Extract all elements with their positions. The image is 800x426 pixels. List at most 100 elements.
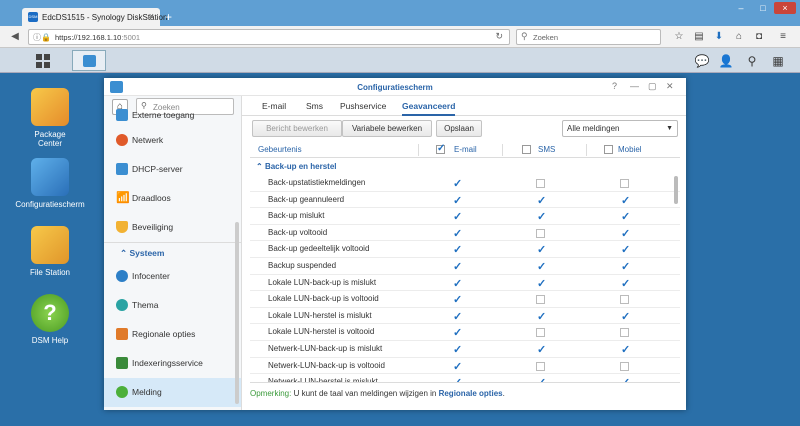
tab-geavanceerd[interactable]: Geavanceerd bbox=[402, 96, 456, 116]
user-icon[interactable]: 👤 bbox=[718, 53, 734, 69]
table-row[interactable]: Lokale LUN-back-up is voltooid bbox=[250, 291, 680, 308]
home-icon[interactable]: ⌂ bbox=[732, 30, 746, 44]
sms-checkbox[interactable] bbox=[536, 342, 546, 358]
taskbar-configuratiescherm-icon[interactable] bbox=[72, 50, 106, 71]
email-checkbox[interactable] bbox=[452, 242, 462, 258]
sidebar-item-regionale-opties[interactable]: Regionale opties bbox=[104, 320, 241, 349]
tab-pushservice[interactable]: Pushservice bbox=[340, 96, 386, 116]
browser-search-input[interactable]: ⚲ Zoeken bbox=[516, 29, 661, 45]
table-row[interactable]: Back-up gedeeltelijk voltooid bbox=[250, 241, 680, 258]
table-row[interactable]: Back-upstatistiekmeldingen bbox=[250, 175, 680, 192]
desktop-icon-file-station[interactable]: File Station bbox=[10, 226, 90, 277]
sidebar-item-indexeringsservice[interactable]: Indexeringsservice bbox=[104, 349, 241, 378]
new-tab-icon[interactable]: + bbox=[165, 10, 172, 24]
regional-options-link[interactable]: Regionale opties bbox=[439, 389, 503, 398]
mobile-checkbox[interactable] bbox=[620, 276, 630, 292]
close-window-icon[interactable]: × bbox=[774, 2, 796, 14]
mobile-checkbox[interactable] bbox=[620, 259, 630, 275]
sms-checkbox[interactable] bbox=[536, 228, 545, 238]
table-row[interactable]: Back-up voltooid bbox=[250, 225, 680, 242]
browser-tab[interactable]: DSM EdcDS1515 - Synology DiskStation × bbox=[22, 8, 167, 26]
bookmark-star-icon[interactable]: ☆ bbox=[672, 30, 686, 44]
window-header[interactable]: Configuratiescherm ? — ▢ ✕ bbox=[104, 78, 686, 96]
notification-filter-select[interactable]: Alle meldingen ▼ bbox=[562, 120, 678, 137]
mobile-checkbox[interactable] bbox=[620, 209, 630, 225]
select-all-sms-checkbox[interactable] bbox=[522, 145, 531, 154]
table-row[interactable]: Netwerk-LUN-back-up is mislukt bbox=[250, 341, 680, 358]
email-checkbox[interactable] bbox=[452, 359, 462, 375]
url-bar[interactable]: ⓘ🔒 https://192.168.1.10:5001 ↻ bbox=[28, 29, 510, 45]
sms-checkbox[interactable] bbox=[536, 259, 546, 275]
email-checkbox[interactable] bbox=[452, 176, 462, 192]
mobile-checkbox[interactable] bbox=[620, 295, 629, 305]
table-row[interactable]: Lokale LUN-back-up is mislukt bbox=[250, 275, 680, 292]
select-all-email-checkbox[interactable] bbox=[436, 143, 445, 154]
minimize-icon[interactable]: — bbox=[630, 81, 639, 91]
sms-checkbox[interactable] bbox=[536, 193, 546, 209]
desktop-icon-configuratiescherm[interactable]: Configuratiescherm bbox=[10, 158, 90, 209]
column-header-event[interactable]: Gebeurtenis bbox=[258, 145, 302, 154]
minimize-icon[interactable]: – bbox=[730, 2, 752, 14]
email-checkbox[interactable] bbox=[452, 325, 462, 341]
back-icon[interactable]: ◀ bbox=[8, 30, 22, 44]
sms-checkbox[interactable] bbox=[536, 276, 546, 292]
table-row[interactable]: Backup suspended bbox=[250, 258, 680, 275]
email-checkbox[interactable] bbox=[452, 226, 462, 242]
menu-icon[interactable]: ≡ bbox=[776, 30, 790, 44]
table-row[interactable]: Netwerk-LUN-herstel is mislukt bbox=[250, 374, 680, 382]
sidebar-item-thema[interactable]: Thema bbox=[104, 291, 241, 320]
sms-checkbox[interactable] bbox=[536, 179, 545, 188]
reload-icon[interactable]: ↻ bbox=[495, 31, 503, 42]
edit-message-button[interactable]: Bericht bewerken bbox=[252, 120, 342, 137]
sidebar-item-dhcp-server[interactable]: DHCP-server bbox=[104, 155, 241, 184]
notifications-icon[interactable]: 💬 bbox=[694, 53, 710, 69]
table-row[interactable]: Back-up mislukt bbox=[250, 208, 680, 225]
email-checkbox[interactable] bbox=[452, 292, 462, 308]
email-checkbox[interactable] bbox=[452, 342, 462, 358]
sms-checkbox[interactable] bbox=[536, 209, 546, 225]
maximize-icon[interactable]: ▢ bbox=[648, 81, 657, 92]
pocket-icon[interactable]: ◘ bbox=[752, 30, 766, 44]
search-icon[interactable]: ⚲ bbox=[744, 53, 760, 69]
sidebar-group-systeem[interactable]: ⌃ Systeem bbox=[104, 242, 241, 262]
mobile-checkbox[interactable] bbox=[620, 226, 630, 242]
sidebar-item-infocenter[interactable]: Infocenter bbox=[104, 262, 241, 291]
mobile-checkbox[interactable] bbox=[620, 179, 629, 188]
email-checkbox[interactable] bbox=[452, 309, 462, 325]
sidebar-scrollbar[interactable] bbox=[235, 222, 239, 404]
sms-checkbox[interactable] bbox=[536, 295, 545, 305]
library-icon[interactable]: ▤ bbox=[692, 30, 706, 44]
tab-close-icon[interactable]: × bbox=[149, 11, 154, 21]
email-checkbox[interactable] bbox=[452, 259, 462, 275]
sidebar-item-beveiliging[interactable]: Beveiliging bbox=[104, 213, 241, 242]
mobile-checkbox[interactable] bbox=[620, 242, 630, 258]
email-checkbox[interactable] bbox=[452, 209, 462, 225]
email-checkbox[interactable] bbox=[452, 193, 462, 209]
main-menu-icon[interactable] bbox=[26, 51, 60, 70]
close-icon[interactable]: ✕ bbox=[666, 81, 674, 92]
sms-checkbox[interactable] bbox=[536, 242, 546, 258]
table-row[interactable]: Back-up geannuleerd bbox=[250, 192, 680, 209]
mobile-checkbox[interactable] bbox=[620, 193, 630, 209]
table-row[interactable]: Lokale LUN-herstel is mislukt bbox=[250, 308, 680, 325]
sidebar-item-netwerk[interactable]: Netwerk bbox=[104, 126, 241, 155]
site-info-icon[interactable]: ⓘ🔒 bbox=[33, 32, 51, 43]
mobile-checkbox[interactable] bbox=[620, 342, 630, 358]
sms-checkbox[interactable] bbox=[536, 361, 545, 371]
mobile-checkbox[interactable] bbox=[620, 361, 629, 371]
save-button[interactable]: Opslaan bbox=[436, 120, 482, 137]
table-row[interactable]: Netwerk-LUN-back-up is voltooid bbox=[250, 358, 680, 375]
table-row[interactable]: Lokale LUN-herstel is voltooid bbox=[250, 324, 680, 341]
sms-checkbox[interactable] bbox=[536, 328, 545, 338]
help-icon[interactable]: ? bbox=[612, 81, 617, 91]
download-icon[interactable]: ⬇ bbox=[712, 30, 726, 44]
sms-checkbox[interactable] bbox=[536, 309, 546, 325]
mobile-checkbox[interactable] bbox=[620, 328, 629, 338]
tab-sms[interactable]: Sms bbox=[306, 96, 323, 116]
sidebar-item-externe-toegang[interactable]: Externe toegang bbox=[104, 104, 241, 126]
sidebar-item-melding[interactable]: Melding bbox=[104, 378, 241, 407]
edit-variable-button[interactable]: Variabele bewerken bbox=[342, 120, 432, 137]
widgets-icon[interactable]: ▦ bbox=[770, 53, 786, 69]
select-all-mobile-checkbox[interactable] bbox=[604, 145, 613, 154]
sidebar-item-draadloos[interactable]: 📶 Draadloos bbox=[104, 184, 241, 213]
